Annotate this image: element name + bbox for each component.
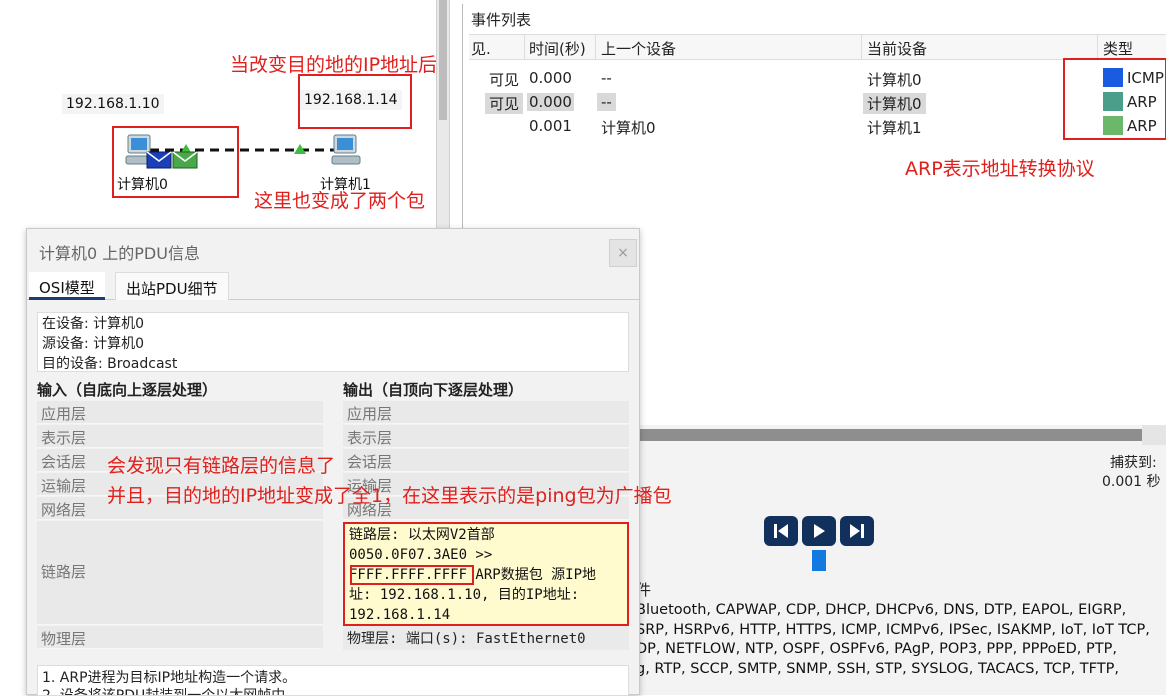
- forward-button[interactable]: [840, 516, 874, 546]
- pdu-window-title: 计算机0 上的PDU信息: [39, 244, 200, 263]
- event-row[interactable]: 可见 0.000 -- 计算机0 ICMP: [469, 66, 1166, 90]
- canvas-scrollbar[interactable]: [436, 0, 450, 230]
- pdu-steps: 1. ARP进程为目标IP地址构造一个请求。 2. 设备将该PDU封装到一个以太…: [37, 665, 629, 696]
- in-layer-application[interactable]: 应用层: [37, 401, 323, 424]
- event-time: 0.000: [527, 93, 574, 111]
- link-line: 链路层: 以太网V2首部: [349, 527, 495, 543]
- info-dest-device: 目的设备: Broadcast: [42, 356, 178, 372]
- col-time[interactable]: 时间(秒): [529, 38, 586, 59]
- protocol-line: g, RTP, SCCP, SMTP, SNMP, SSH, STP, SYSL…: [636, 660, 1119, 677]
- play-icon: [814, 524, 825, 538]
- back-button[interactable]: [764, 516, 798, 546]
- event-row[interactable]: 可见 0.000 -- 计算机0 ARP: [469, 90, 1166, 114]
- in-layer-link[interactable]: 链路层: [37, 521, 323, 625]
- annotation-dest-ip: 当改变目的地的IP地址后: [230, 54, 438, 76]
- protocol-filter-list[interactable]: Bluetooth, CAPWAP, CDP, DHCP, DHCPv6, DN…: [636, 601, 1166, 695]
- out-layer-physical[interactable]: 物理层: 端口(s): FastEthernet0: [343, 626, 629, 650]
- col-type[interactable]: 类型: [1103, 38, 1133, 59]
- event-row[interactable]: 0.001 计算机0 计算机1 ARP: [469, 114, 1166, 138]
- skip-back-icon: [774, 524, 788, 538]
- event-visible: 可见: [485, 93, 524, 114]
- event-table-header: 见. 时间(秒) 上一个设备 当前设备 类型: [469, 34, 1166, 60]
- time-slider-thumb[interactable]: [812, 550, 826, 571]
- skip-forward-icon: [850, 524, 864, 538]
- col-curr-device[interactable]: 当前设备: [867, 38, 927, 59]
- captured-label: 捕获到:: [1110, 455, 1157, 471]
- event-list-panel: 事件列表 见. 时间(秒) 上一个设备 当前设备 类型 可见 0.000 -- …: [462, 4, 1166, 234]
- event-curr: 计算机1: [867, 119, 922, 137]
- pdu-info-window: 计算机0 上的PDU信息 × OSI模型 出站PDU细节 在设备: 计算机0 源…: [26, 228, 672, 696]
- highlight-pc0: [112, 126, 239, 198]
- col-prev-device[interactable]: 上一个设备: [601, 38, 676, 59]
- info-source-device: 源设备: 计算机0: [42, 336, 145, 352]
- pc1-icon[interactable]: [330, 134, 368, 168]
- annotation-arp: ARP表示地址转换协议: [905, 158, 1095, 180]
- tab-outbound-pdu[interactable]: 出站PDU细节: [115, 272, 229, 300]
- event-prev: --: [597, 93, 616, 111]
- protocol-line: SRP, HSRPv6, HTTP, HTTPS, ICMP, ICMPv6, …: [636, 621, 1150, 638]
- link-line: 192.168.1.14: [349, 607, 451, 623]
- event-list-hscroll[interactable]: [640, 429, 1142, 441]
- event-prev: 计算机0: [601, 119, 656, 137]
- out-layer-session[interactable]: 会话层: [343, 449, 629, 472]
- event-prev: --: [601, 69, 612, 87]
- time-slider-track[interactable]: [640, 555, 1166, 571]
- pdu-tabbar: OSI模型 出站PDU细节: [27, 272, 639, 300]
- highlight-pc1-ip: [298, 74, 412, 129]
- highlight-broadcast-mac: [350, 565, 474, 585]
- annotation-two-packets: 这里也变成了两个包: [254, 190, 426, 212]
- link-line: 0050.0F07.3AE0 >>: [349, 547, 493, 563]
- pdu-device-info: 在设备: 计算机0 源设备: 计算机0 目的设备: Broadcast: [37, 312, 629, 372]
- annotation-only-link: 会发现只有链路层的信息了: [107, 455, 336, 477]
- protocol-line: Bluetooth, CAPWAP, CDP, DHCP, DHCPv6, DN…: [636, 602, 1127, 618]
- link-line: 址: 192.168.1.10, 目的IP地址:: [349, 587, 580, 603]
- step-line: 1. ARP进程为目标IP地址构造一个请求。: [42, 670, 297, 686]
- col-visible[interactable]: 见.: [471, 38, 491, 59]
- pc0-ip-label: 192.168.1.10: [62, 94, 164, 114]
- event-list-title: 事件列表: [471, 11, 532, 29]
- out-layer-presentation[interactable]: 表示层: [343, 425, 629, 448]
- info-at-device: 在设备: 计算机0: [42, 316, 145, 332]
- simulation-panel: 捕获到: 0.001 秒 件 Bluetooth, CAPWAP, CDP, D…: [636, 425, 1166, 695]
- event-time: 0.000: [529, 69, 572, 87]
- annotation-broadcast: 并且，目的地的IP地址变成了全1，在这里表示的是ping包为广播包: [107, 485, 672, 507]
- in-layer-physical[interactable]: 物理层: [37, 626, 323, 649]
- out-layer-application[interactable]: 应用层: [343, 401, 629, 424]
- event-visible: 可见: [489, 71, 520, 89]
- topology-canvas[interactable]: 192.168.1.10 192.168.1.14 当改变目的地的IP地址后 计…: [0, 0, 440, 230]
- event-time: 0.001: [529, 117, 572, 135]
- highlight-type-column: [1063, 58, 1166, 140]
- event-curr: 计算机0: [867, 71, 922, 89]
- tab-osi-model[interactable]: OSI模型: [29, 272, 105, 300]
- captured-value: 0.001 秒: [1102, 474, 1161, 490]
- in-layers-header: 输入（自底向上逐层处理）: [37, 381, 218, 399]
- event-curr: 计算机0: [863, 93, 926, 114]
- out-layers-header: 输出（自顶向下逐层处理）: [343, 381, 524, 399]
- play-button[interactable]: [802, 516, 836, 546]
- protocol-line: DP, NETFLOW, NTP, OSPF, OSPFv6, PAgP, PO…: [636, 641, 1117, 657]
- close-button[interactable]: ×: [609, 239, 637, 267]
- in-layer-presentation[interactable]: 表示层: [37, 425, 323, 448]
